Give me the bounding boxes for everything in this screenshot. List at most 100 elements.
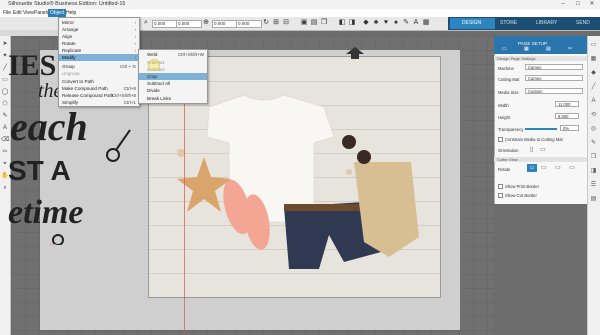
cut-border-label: Show Cut Border [505,193,537,198]
menu-item-ungroup[interactable]: Ungroup [59,70,139,77]
menu-item-modify[interactable]: Modify › [59,54,139,61]
panel-header: PAGE SETUP ▭ ▦ ▤ ✂ [494,36,587,54]
menu-item-make-compound-path[interactable]: Make Compound Path Ctrl+8 [59,85,139,92]
transparency-slider[interactable] [525,128,557,130]
store-bag-icon[interactable]: ♠ [392,19,400,27]
menu-panels[interactable]: Panels [34,10,49,16]
submenu-item-divide[interactable]: Divide [139,87,207,94]
rotate-270-icon[interactable]: ▭ [569,164,575,171]
rotate-label: Rotate [498,167,511,172]
width-label: Width [498,103,509,108]
rotate-icon[interactable]: ↻ [262,19,270,27]
layers-icon[interactable]: ◧ [338,19,346,27]
machine-select[interactable]: Cameo [525,64,583,70]
align-center-icon[interactable]: ⊟ [282,19,290,27]
text-style-icon[interactable]: A [412,19,420,27]
menu-item-simplify[interactable]: Simplify Ctrl+1 [59,99,139,106]
cut-border-checkbox[interactable] [498,193,503,198]
height-field[interactable]: 0.000 [236,20,262,28]
submenu-item-subtract-all[interactable]: Subtract All [139,80,207,87]
transparency-label: Transparency [498,127,524,132]
grid-panel-icon[interactable]: ▦ [588,54,599,65]
replicate-panel-icon[interactable]: ❐ [588,152,599,163]
minimize-button[interactable]: – [556,0,570,9]
print-icon[interactable]: ▤ [546,46,551,52]
rotate-90-icon[interactable]: ▭ [541,164,547,171]
offset-panel-icon[interactable]: ◎ [588,124,599,135]
menu-item-rotate[interactable]: Rotate › [59,40,139,47]
media-size-select[interactable]: Custom [525,88,583,94]
maximize-button[interactable]: □ [571,0,585,9]
width-field[interactable]: 0.000 [212,20,238,28]
text-panel-icon[interactable]: A [588,96,599,107]
trace-panel-icon[interactable]: ✎ [588,138,599,149]
menu-item-group[interactable]: Group Ctrl + G [59,63,139,70]
cutting-mat-label: Cutting Mat [498,77,520,82]
position-y-field[interactable]: 0.000 [176,20,202,28]
mat-icon[interactable]: ▦ [524,46,529,52]
menu-item-convert-to-path[interactable]: Convert to Path [59,78,139,85]
menu-item-mirror[interactable]: Mirror › [59,19,139,26]
submenu-item-crop[interactable]: Crop [139,73,207,80]
page-setup-icon[interactable]: ▭ [502,46,507,52]
transform-panel-icon[interactable]: ⟲ [588,110,599,121]
orientation-label: Orientation [498,148,519,153]
transparency-input[interactable]: 0% [560,125,579,131]
rotate-180-icon[interactable]: ▭ [555,164,561,171]
orientation-portrait-icon[interactable]: ▯ [530,146,533,153]
heart-icon[interactable]: ♥ [382,19,390,27]
submenu-item-weld[interactable]: Weld Ctrl+Shift+W [139,51,207,58]
position-x-field[interactable]: 0.000 [152,20,178,28]
feed-direction-arrow-icon [346,47,364,59]
design-text-line3: each [10,104,88,149]
fill-icon[interactable]: ◆ [362,19,370,27]
cutting-mat-select[interactable]: Cameo [525,75,583,81]
shell-2 [346,169,352,175]
menu-item-replicate[interactable]: Replicate › [59,47,139,54]
line-panel-icon[interactable]: ╱ [588,82,599,93]
trace-icon[interactable]: ✎ [402,19,410,27]
design-text-line4: ST A [8,155,71,186]
sunglasses-lens-left [342,135,356,149]
ungroup-icon[interactable]: ▤ [310,19,318,27]
width-input[interactable]: 11.000 [555,101,579,107]
print-border-checkbox[interactable] [498,184,503,189]
fill-panel-icon[interactable]: ◆ [588,68,599,79]
rotate-0-icon[interactable]: ▭ [527,164,537,172]
weld-icon[interactable]: ◨ [348,19,356,27]
shapes-icon[interactable]: ♣ [372,19,380,27]
belt [284,204,364,211]
duplicate-icon[interactable]: ❐ [320,19,328,27]
pixscan-icon[interactable]: ▦ [422,19,430,27]
panel-title: PAGE SETUP [518,41,548,46]
submenu-item-break-links[interactable]: Break Links [139,95,207,102]
group-icon[interactable]: ▣ [300,19,308,27]
modify-submenu: Weld Ctrl+Shift+W Subtract Subtract Crop … [138,49,208,104]
lock-icon[interactable]: ⊕ [202,19,210,27]
menu-object[interactable]: Object [48,9,67,17]
height-label: Height [498,115,511,120]
height-input[interactable]: 8.500 [555,113,579,119]
constrain-checkbox[interactable] [498,137,503,142]
menu-item-arrange[interactable]: Arrange › [59,26,139,33]
modify-panel-icon[interactable]: ◨ [588,166,599,177]
close-button[interactable]: ✕ [585,0,599,9]
menu-file[interactable]: File [3,10,11,16]
machine-label: Machine [498,66,514,71]
design-text-line5: etime [8,194,84,231]
shell-icon [52,234,64,245]
align-icon[interactable]: ⊞ [272,19,280,27]
menu-item-align[interactable]: Align › [59,33,139,40]
page-setup-panel-icon[interactable]: ▭ [588,40,599,51]
media-size-label: Media Size [498,90,519,95]
cutter-icon[interactable]: ✂ [568,46,572,52]
tab-send[interactable]: SEND [564,18,600,29]
zoom-icon[interactable]: ⌕ [142,19,150,27]
menu-edit[interactable]: Edit [13,10,22,16]
menu-help[interactable]: Help [66,10,76,16]
menu-view[interactable]: View [23,10,34,16]
library-panel-icon[interactable]: ▤ [588,194,599,205]
menu-item-release-compound-path[interactable]: Release Compound Path Ctrl+Shift+8 [59,92,139,99]
layers-panel-icon[interactable]: ☰ [588,180,599,191]
orientation-landscape-icon[interactable]: ▭ [540,146,546,153]
